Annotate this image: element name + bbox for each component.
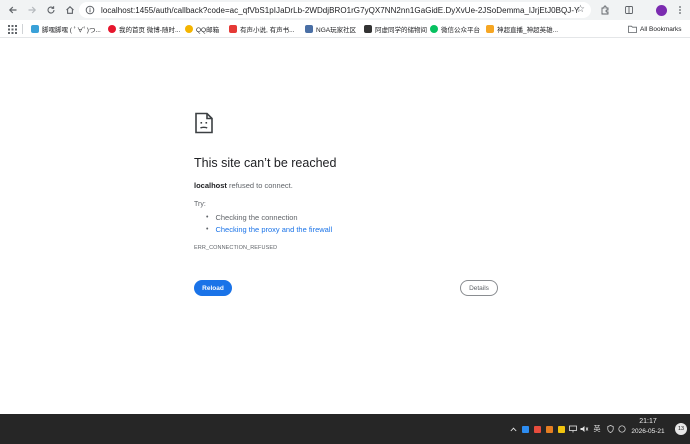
shield-icon[interactable] bbox=[605, 422, 615, 436]
site-info-icon[interactable] bbox=[83, 3, 97, 17]
bookmark-item[interactable]: 有声小说, 有声书... bbox=[229, 23, 295, 35]
forward-arrow-icon[interactable] bbox=[24, 2, 40, 18]
volume-icon[interactable] bbox=[579, 422, 589, 436]
bookmarks-divider bbox=[22, 24, 23, 34]
suggestion-item: • Checking the connection bbox=[206, 213, 298, 222]
bookmark-favicon-icon bbox=[364, 25, 372, 33]
error-title: This site can’t be reached bbox=[194, 156, 337, 170]
more-menu-icon[interactable] bbox=[674, 2, 686, 18]
proxy-firewall-link[interactable]: Checking the proxy and the firewall bbox=[215, 225, 332, 234]
back-arrow-icon[interactable] bbox=[5, 2, 21, 18]
tray-app-icon[interactable] bbox=[617, 422, 627, 436]
browser-toolbar: localhost:1455/auth/callback?code=ac_qfV… bbox=[0, 0, 690, 20]
sad-file-icon bbox=[194, 112, 214, 134]
apps-grid-icon[interactable] bbox=[8, 23, 17, 35]
chevron-up-icon[interactable] bbox=[508, 422, 518, 436]
bookmark-label: 有声小说, 有声书... bbox=[240, 27, 295, 34]
details-button[interactable]: Details bbox=[460, 280, 498, 296]
bookmark-star-icon[interactable]: ☆ bbox=[576, 4, 585, 15]
network-icon[interactable] bbox=[568, 422, 578, 436]
tray-app-icon[interactable] bbox=[532, 422, 542, 436]
tray-app-icon[interactable] bbox=[520, 422, 530, 436]
bookmark-favicon-icon bbox=[430, 25, 438, 33]
suggestion-item: • Checking the proxy and the firewall bbox=[206, 225, 332, 234]
sidebar-icon[interactable] bbox=[622, 2, 636, 18]
extensions-icon[interactable] bbox=[598, 2, 612, 18]
bookmark-item[interactable]: 阿虚同学的储物间 bbox=[364, 23, 427, 35]
bookmark-favicon-icon bbox=[108, 25, 116, 33]
bookmarks-bar: 脚嘿脚嘿 ( ﾟ∀ﾟ)つ... 我的首页 微博-随时... QQ邮箱 有声小说,… bbox=[0, 20, 690, 38]
bookmark-favicon-icon bbox=[185, 25, 193, 33]
reload-icon[interactable] bbox=[43, 2, 59, 18]
all-bookmarks-button[interactable]: All Bookmarks bbox=[628, 23, 682, 35]
error-host: localhost bbox=[194, 181, 227, 190]
error-page: This site can’t be reached localhost ref… bbox=[0, 39, 690, 414]
bookmark-label: 我的首页 微博-随时... bbox=[119, 27, 181, 34]
clock-time: 21:17 bbox=[639, 418, 657, 425]
bullet-icon: • bbox=[206, 214, 209, 221]
url-text[interactable]: localhost:1455/auth/callback?code=ac_qfV… bbox=[101, 6, 579, 15]
bookmark-favicon-icon bbox=[305, 25, 313, 33]
bookmark-label: NGA玩家社区 bbox=[316, 27, 357, 34]
address-bar[interactable]: localhost:1455/auth/callback?code=ac_qfV… bbox=[79, 2, 591, 18]
bookmark-label: QQ邮箱 bbox=[196, 27, 220, 34]
bookmark-item[interactable]: 我的首页 微博-随时... bbox=[108, 23, 180, 35]
folder-icon bbox=[628, 25, 637, 33]
bookmark-item[interactable]: 微信公众平台 bbox=[430, 23, 480, 35]
taskbar: 英 21:17 2026-05-21 13 bbox=[0, 414, 690, 444]
try-label: Try: bbox=[194, 201, 206, 208]
bookmark-item[interactable]: NGA玩家社区 bbox=[305, 23, 356, 35]
error-description-text: refused to connect. bbox=[226, 181, 293, 190]
clock-date: 2026-05-21 bbox=[631, 428, 665, 435]
notification-badge[interactable]: 13 bbox=[675, 423, 687, 435]
ime-indicator[interactable]: 英 bbox=[590, 422, 604, 436]
avatar bbox=[655, 4, 667, 16]
all-bookmarks-label: All Bookmarks bbox=[640, 25, 682, 33]
bookmark-item[interactable]: QQ邮箱 bbox=[185, 23, 219, 35]
bullet-icon: • bbox=[206, 226, 209, 233]
error-code: ERR_CONNECTION_REFUSED bbox=[194, 245, 278, 251]
suggestion-text: Checking the connection bbox=[215, 213, 298, 222]
bookmark-item[interactable]: 神超直播_神超英雄... bbox=[486, 23, 558, 35]
bookmark-label: 神超直播_神超英雄... bbox=[497, 27, 559, 34]
bookmark-label: 阿虚同学的储物间 bbox=[375, 27, 427, 34]
tray-app-icon[interactable] bbox=[556, 422, 566, 436]
bookmark-label: 脚嘿脚嘿 ( ﾟ∀ﾟ)つ... bbox=[42, 27, 101, 34]
bookmark-item[interactable]: 脚嘿脚嘿 ( ﾟ∀ﾟ)つ... bbox=[31, 23, 101, 35]
bookmark-favicon-icon bbox=[486, 25, 494, 33]
system-clock[interactable]: 21:17 2026-05-21 bbox=[628, 417, 668, 437]
reload-button[interactable]: Reload bbox=[194, 280, 232, 296]
error-description: localhost refused to connect. bbox=[194, 181, 293, 190]
bookmark-label: 微信公众平台 bbox=[441, 27, 480, 34]
bookmark-favicon-icon bbox=[229, 25, 237, 33]
home-icon[interactable] bbox=[62, 2, 78, 18]
tray-app-icon[interactable] bbox=[544, 422, 554, 436]
profile-avatar[interactable] bbox=[654, 2, 668, 18]
bookmark-favicon-icon bbox=[31, 25, 39, 33]
